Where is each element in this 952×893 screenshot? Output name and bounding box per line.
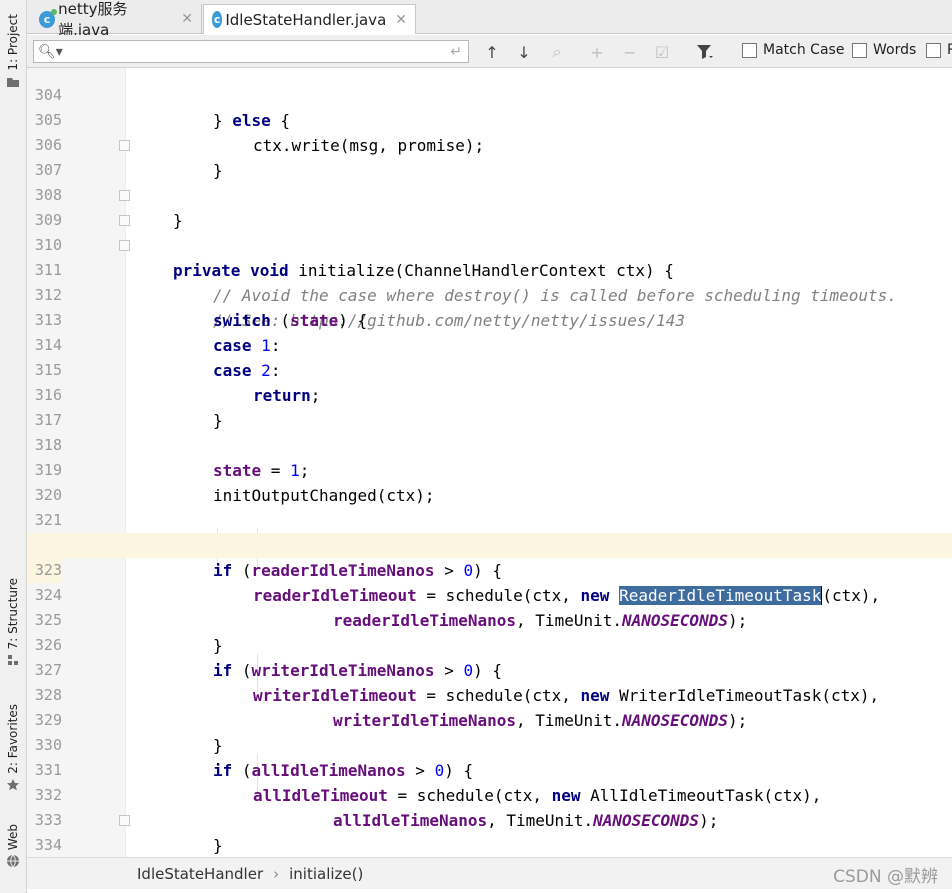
code-line[interactable]: 309 private void initialize(ChannelHandl…: [27, 183, 952, 280]
tab-netty-server[interactable]: c netty服务端.java ✕: [31, 0, 202, 39]
code-line[interactable]: 329 }: [27, 683, 952, 755]
code-line[interactable]: 326 if (writerIdleTimeNanos > 0) {: [27, 608, 952, 680]
current-code-line[interactable]: 323 readerIdleTimeout = schedule(ctx, ne…: [27, 533, 952, 605]
favorites-tool-tab[interactable]: 2: Favorites: [3, 704, 23, 792]
match-case-option[interactable]: Match Case: [742, 42, 844, 58]
code-line[interactable]: 313 case 1:: [27, 283, 952, 355]
folder-icon: [7, 77, 19, 87]
close-icon[interactable]: ✕: [181, 11, 193, 27]
words-label: Words: [873, 42, 917, 58]
find-bar: 🔍︎▾ ↵ ↑ ↓ ⌕ + − ☑ Match Case Words R: [27, 35, 952, 68]
java-class-icon: c: [212, 11, 223, 28]
code-line[interactable]: 327 writerIdleTimeout = schedule(ctx, ne…: [27, 633, 952, 705]
tab-idle-state-handler[interactable]: c IdleStateHandler.java ✕: [203, 4, 416, 34]
find-all-icon[interactable]: ⌕: [547, 42, 567, 62]
code-line[interactable]: 328 writerIdleTimeNanos, TimeUnit.NANOSE…: [27, 658, 952, 730]
previous-occurrence-icon[interactable]: ↑: [482, 42, 502, 62]
code-line[interactable]: 316 }: [27, 358, 952, 430]
code-line[interactable]: 305 ctx.write(msg, promise);: [27, 83, 952, 155]
fold-marker[interactable]: [119, 240, 130, 251]
words-checkbox[interactable]: [852, 42, 867, 58]
add-selection-icon[interactable]: +: [587, 42, 607, 62]
globe-icon: [7, 854, 19, 868]
code-editor[interactable]: 304 } else { 305 ctx.write(msg, promise)…: [27, 68, 952, 857]
code-line[interactable]: 308: [27, 158, 952, 204]
tab-label: netty服务端.java: [58, 0, 128, 39]
structure-icon: [8, 655, 18, 666]
code-line[interactable]: 324 readerIdleTimeNanos, TimeUnit.NANOSE…: [27, 558, 952, 630]
code-line[interactable]: 307 }: [27, 133, 952, 230]
fold-marker[interactable]: [119, 815, 130, 826]
web-tool-label: Web: [6, 824, 20, 851]
code-line[interactable]: 304 } else {: [27, 68, 952, 130]
code-line[interactable]: 312 switch (state) {: [27, 258, 952, 330]
regex-option[interactable]: R: [926, 42, 952, 58]
fold-marker[interactable]: [119, 190, 130, 201]
code-line[interactable]: 314 case 2:: [27, 308, 952, 380]
search-field-wrapper: 🔍︎▾ ↵: [33, 40, 469, 63]
code-line[interactable]: 315 return;: [27, 333, 952, 405]
code-line[interactable]: 322 if (readerIdleTimeNanos > 0) {: [27, 508, 952, 580]
filter-icon[interactable]: [695, 42, 715, 62]
project-tool-label: 1: Project: [6, 14, 20, 71]
close-icon[interactable]: ✕: [395, 12, 407, 28]
regex-checkbox[interactable]: [926, 42, 941, 58]
words-option[interactable]: Words: [852, 42, 916, 58]
enter-icon: ↵: [450, 43, 462, 60]
code-line[interactable]: 310 // Avoid the case where destroy() is…: [27, 208, 952, 305]
remove-selection-icon[interactable]: −: [620, 42, 640, 62]
next-occurrence-icon[interactable]: ↓: [514, 42, 534, 62]
code-line[interactable]: 334 }: [27, 808, 952, 854]
code-line[interactable]: 318 state = 1;: [27, 408, 952, 480]
structure-tool-label: 7: Structure: [6, 578, 20, 650]
code-line[interactable]: 320: [27, 458, 952, 504]
breadcrumb: IdleStateHandler › initialize(): [27, 857, 952, 889]
fold-marker[interactable]: [119, 215, 130, 226]
breadcrumb-class[interactable]: IdleStateHandler: [137, 865, 263, 883]
code-line[interactable]: 325 }: [27, 583, 952, 655]
structure-tool-tab[interactable]: 7: Structure: [3, 578, 23, 667]
match-case-checkbox[interactable]: [742, 42, 757, 58]
search-input[interactable]: [62, 44, 451, 59]
web-tool-tab[interactable]: Web: [3, 824, 23, 868]
tab-label: IdleStateHandler.java: [225, 10, 387, 29]
code-line[interactable]: 311 // See: https://github.com/netty/net…: [27, 233, 952, 330]
code-line[interactable]: 317: [27, 383, 952, 429]
editor-tab-bar: c netty服务端.java ✕ c IdleStateHandler.jav…: [27, 0, 952, 39]
chevron-right-icon: ›: [273, 864, 280, 883]
search-icon[interactable]: 🔍︎▾: [38, 44, 63, 60]
regex-label: R: [947, 42, 952, 58]
star-icon: [7, 778, 19, 791]
code-line[interactable]: 306 }: [27, 108, 952, 180]
code-line[interactable]: 333 }: [27, 783, 952, 855]
code-line[interactable]: 335: [27, 833, 952, 857]
project-tool-tab[interactable]: 1: Project: [3, 14, 23, 89]
code-line[interactable]: 330 if (allIdleTimeNanos > 0) {: [27, 708, 952, 780]
watermark: CSDN @默辨: [833, 867, 938, 887]
favorites-tool-label: 2: Favorites: [6, 704, 20, 774]
fold-marker[interactable]: [119, 140, 130, 151]
match-case-label: Match Case: [763, 42, 845, 58]
java-class-icon: c: [39, 8, 58, 28]
code-line[interactable]: 332 allIdleTimeNanos, TimeUnit.NANOSECON…: [27, 758, 952, 830]
code-line[interactable]: 321 lastReadTime = lastWriteTime = ticks…: [27, 483, 952, 555]
breadcrumb-method[interactable]: initialize(): [289, 865, 363, 883]
tool-window-strip: 1: Project 7: Structure 2: Favorites Web: [0, 0, 27, 893]
code-line[interactable]: 331 allIdleTimeout = schedule(ctx, new A…: [27, 733, 952, 805]
select-all-occurrences-icon[interactable]: ☑: [652, 42, 672, 62]
code-line[interactable]: 319 initOutputChanged(ctx);: [27, 433, 952, 505]
